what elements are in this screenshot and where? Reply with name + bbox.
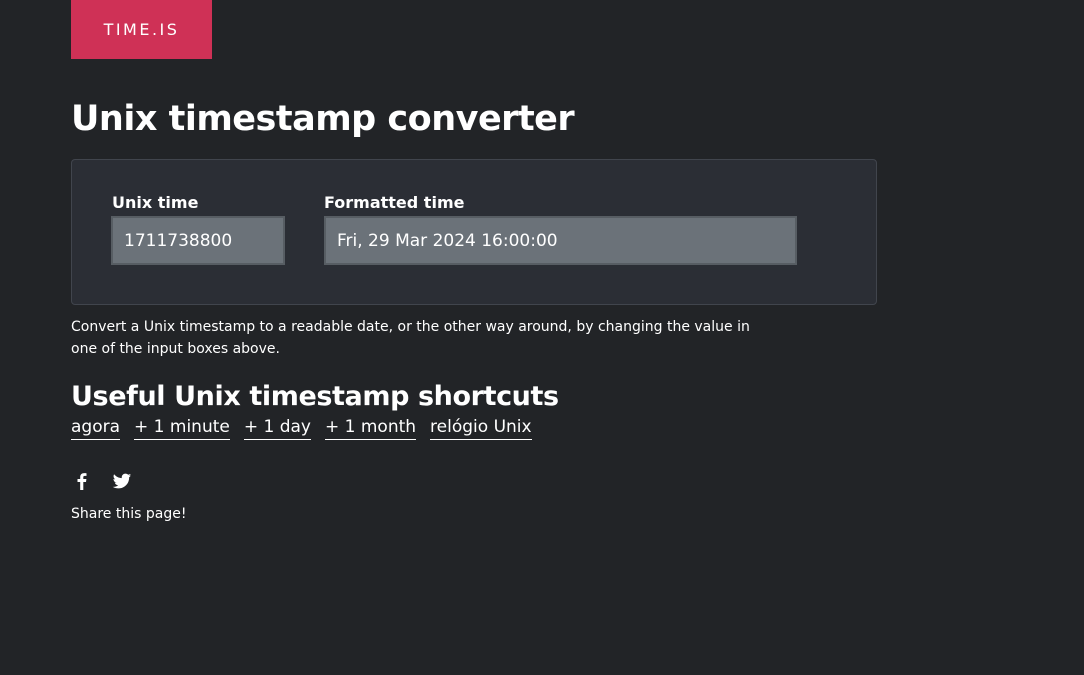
converter-description: Convert a Unix timestamp to a readable d… xyxy=(71,319,750,357)
converter-panel: Unix time Formatted time xyxy=(71,159,877,305)
unix-time-label: Unix time xyxy=(112,193,199,212)
shortcuts-heading: Useful Unix timestamp shortcuts xyxy=(71,381,559,412)
shortcut-links: agora + 1 minute + 1 day + 1 month relóg… xyxy=(71,415,532,440)
unix-time-input[interactable] xyxy=(111,216,285,265)
page-title: Unix timestamp converter xyxy=(71,99,575,139)
shortcut-plus-minute-link[interactable]: + 1 minute xyxy=(134,415,230,440)
formatted-time-input[interactable] xyxy=(324,216,797,265)
social-share xyxy=(71,470,133,492)
shortcut-plus-day-link[interactable]: + 1 day xyxy=(243,415,311,440)
shortcut-plus-month-link[interactable]: + 1 month xyxy=(325,415,417,440)
formatted-time-label: Formatted time xyxy=(324,193,465,212)
share-page-text: Share this page! xyxy=(71,506,187,522)
twitter-icon[interactable] xyxy=(111,470,133,492)
shortcut-unix-clock-link[interactable]: relógio Unix xyxy=(430,415,532,440)
shortcut-now-link[interactable]: agora xyxy=(71,415,121,440)
logo-text: TIME.IS xyxy=(103,20,180,39)
time-is-logo[interactable]: TIME.IS xyxy=(71,0,212,59)
facebook-icon[interactable] xyxy=(71,470,93,492)
